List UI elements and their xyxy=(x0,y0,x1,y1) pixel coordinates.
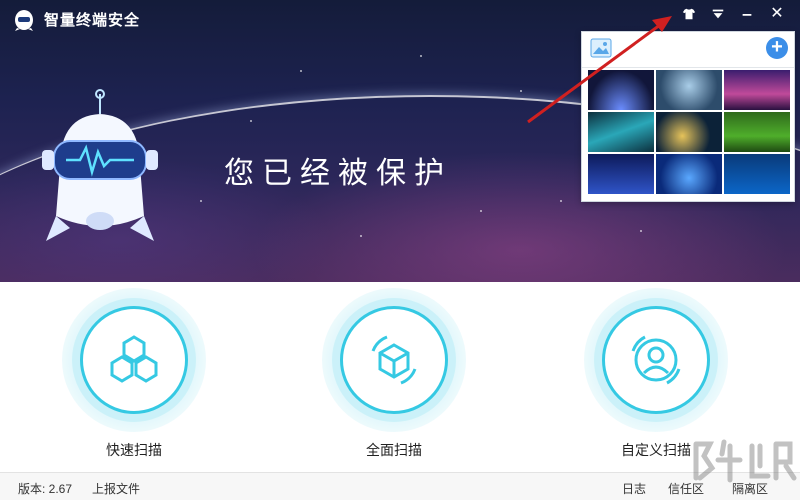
skin-tab-row: + xyxy=(582,32,794,68)
status-bar: 版本: 2.67 上报文件 日志 信任区 隔离区 xyxy=(0,472,800,500)
star xyxy=(300,70,302,72)
scan-actions: 快速扫描 全面扫描 自定义扫描 xyxy=(0,282,800,472)
watermark-logo xyxy=(693,439,797,483)
star xyxy=(480,210,482,212)
skin-thumbnail[interactable] xyxy=(656,112,722,152)
skin-picker-panel: + xyxy=(581,31,795,202)
full-scan-button[interactable]: 全面扫描 xyxy=(314,288,474,468)
add-skin-button[interactable]: + xyxy=(766,37,788,59)
skin-thumbnail[interactable] xyxy=(724,154,790,194)
report-file-link[interactable]: 上报文件 xyxy=(92,480,140,497)
quick-scan-label: 快速扫描 xyxy=(106,442,162,458)
menu-icon[interactable] xyxy=(705,4,731,24)
ring xyxy=(80,306,188,414)
minimize-button[interactable] xyxy=(734,4,760,24)
skin-thumbnail[interactable] xyxy=(724,70,790,110)
close-button[interactable]: ✕ xyxy=(764,4,790,24)
star xyxy=(360,235,362,237)
skin-thumbnail[interactable] xyxy=(588,112,654,152)
app-title: 智量终端安全 xyxy=(44,12,141,29)
skin-thumbnail[interactable] xyxy=(588,154,654,194)
user-profile-icon xyxy=(631,335,681,385)
skin-shirt-icon[interactable] xyxy=(676,4,702,24)
ring xyxy=(340,306,448,414)
star xyxy=(560,200,562,202)
cube-orbit-icon xyxy=(371,335,417,385)
picture-icon[interactable] xyxy=(590,38,612,58)
star xyxy=(200,200,202,202)
skin-thumbnail[interactable] xyxy=(656,70,722,110)
app-logo-icon xyxy=(15,10,33,31)
protection-status-text: 您已经被保护 xyxy=(224,157,452,190)
version-label: 版本: 2.67 xyxy=(18,482,73,496)
skin-thumbnail-grid xyxy=(588,70,792,194)
star xyxy=(250,120,252,122)
skin-thumbnail[interactable] xyxy=(656,154,722,194)
skin-thumbnail[interactable] xyxy=(724,112,790,152)
star xyxy=(520,90,522,92)
star xyxy=(420,55,422,57)
hexagon-molecule-icon xyxy=(110,335,158,383)
full-scan-label: 全面扫描 xyxy=(366,442,422,458)
quick-scan-button[interactable]: 快速扫描 xyxy=(54,288,214,468)
ring xyxy=(602,306,710,414)
skin-thumbnail[interactable] xyxy=(588,70,654,110)
star xyxy=(640,230,642,232)
log-link[interactable]: 日志 xyxy=(622,480,646,497)
robot-mascot xyxy=(42,89,158,241)
